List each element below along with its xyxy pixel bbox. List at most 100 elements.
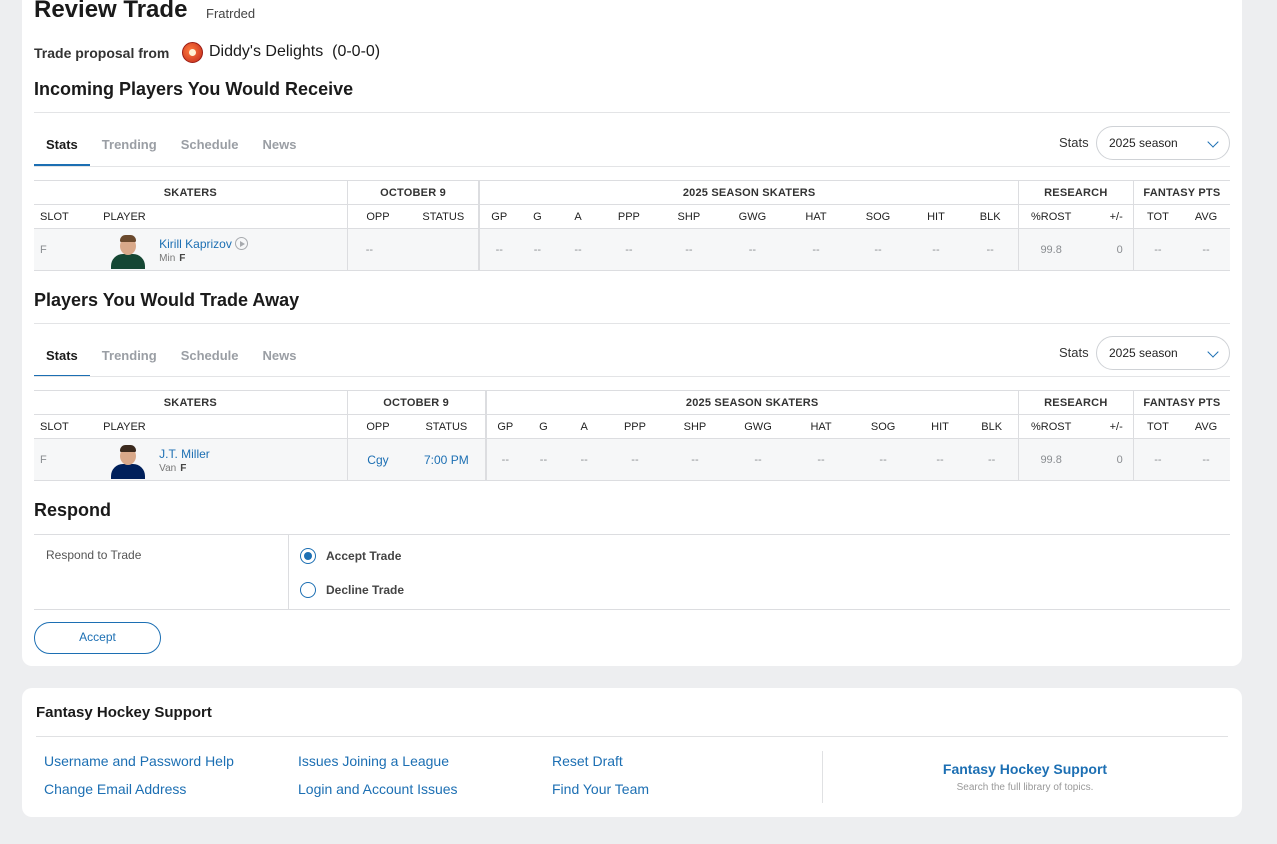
proposing-team[interactable]: Diddy's Delights (0-0-0) (209, 43, 380, 61)
col-slot: SLOT (34, 204, 104, 229)
rost-cell: 99.8 (1017, 438, 1084, 481)
tab-trending[interactable]: Trending (90, 125, 169, 165)
stat-cell: -- (914, 438, 966, 481)
group-skaters: SKATERS (34, 390, 348, 415)
player-headshot (109, 233, 147, 269)
outgoing-heading: Players You Would Trade Away (34, 290, 300, 310)
col-a: A (556, 204, 600, 229)
stat-cell: -- (851, 438, 915, 481)
league-name: Fratrded (206, 6, 256, 21)
col-g: G (518, 204, 557, 229)
stat-cell: -- (658, 228, 720, 271)
group-fantasy: FANTASY PTS (1132, 180, 1230, 205)
slot-cell: F (34, 438, 104, 481)
link-issues-joining[interactable]: Issues Joining a League (298, 753, 449, 769)
player-cell: Kirill Kaprizov Min F (103, 228, 348, 271)
divider (34, 323, 1230, 324)
col-hat: HAT (790, 414, 852, 439)
group-season: 2025 SEASON SKATERS (478, 180, 1019, 205)
col-ppp: PPP (599, 204, 659, 229)
tab-schedule[interactable]: Schedule (169, 125, 251, 165)
chevron-down-icon (1207, 346, 1219, 358)
stat-cell: -- (518, 228, 557, 271)
divider (822, 751, 823, 803)
decline-trade-option[interactable]: Decline Trade (300, 580, 404, 600)
player-name-link[interactable]: J.T. Miller (159, 447, 210, 461)
tab-stats[interactable]: Stats (34, 125, 90, 166)
group-research: RESEARCH (1017, 180, 1134, 205)
divider (288, 535, 289, 609)
opp-link[interactable]: Cgy (346, 438, 409, 481)
group-date: OCTOBER 9 (346, 390, 486, 415)
stat-cell: -- (719, 228, 786, 271)
support-library-link[interactable]: Fantasy Hockey Support (882, 761, 1168, 777)
tab-stats[interactable]: Stats (34, 336, 90, 377)
tab-news[interactable]: News (250, 125, 308, 165)
stat-cell: -- (909, 228, 963, 271)
divider (34, 112, 1230, 113)
stat-cell: -- (790, 438, 852, 481)
col-hit: HIT (914, 414, 966, 439)
col-tot: TOT (1132, 414, 1183, 439)
radio-icon[interactable] (300, 582, 316, 598)
outgoing-tabs: Stats Trending Schedule News (34, 336, 308, 377)
col-plusminus: +/- (1083, 204, 1134, 229)
incoming-heading: Incoming Players You Would Receive (34, 79, 354, 99)
stat-cell: -- (846, 228, 910, 271)
proposal-label: Trade proposal from (34, 45, 170, 61)
player-cell: J.T. Miller Van F (103, 438, 348, 481)
col-avg: AVG (1182, 204, 1230, 229)
season-select[interactable]: 2025 season (1096, 126, 1230, 160)
page-title: Review Trade (34, 0, 188, 23)
plusminus-cell: 0 (1083, 438, 1134, 481)
player-team-pos: Min F (159, 253, 186, 264)
col-blk: BLK (962, 204, 1019, 229)
player-name-link[interactable]: Kirill Kaprizov (159, 237, 248, 251)
link-login-issues[interactable]: Login and Account Issues (298, 781, 458, 797)
stat-cell: -- (478, 228, 519, 271)
col-gp: GP (484, 414, 525, 439)
col-hat: HAT (785, 204, 847, 229)
player-team-pos: Van F (159, 463, 187, 474)
tab-news[interactable]: News (250, 336, 308, 376)
player-headshot (109, 443, 147, 479)
col-opp: OPP (346, 204, 409, 229)
accept-button[interactable]: Accept (34, 622, 161, 654)
group-skaters: SKATERS (34, 180, 348, 205)
col-shp: SHP (658, 204, 720, 229)
incoming-tabs: Stats Trending Schedule News (34, 125, 308, 166)
col-avg: AVG (1182, 414, 1230, 439)
stats-label: Stats (1059, 345, 1089, 360)
accept-trade-option[interactable]: Accept Trade (300, 546, 401, 566)
tot-cell: -- (1132, 228, 1183, 271)
stat-cell: -- (556, 228, 600, 271)
stats-label: Stats (1059, 135, 1089, 150)
table-row: F Kirill Kaprizov Min F -- -- -- -- -- --… (34, 228, 1230, 271)
col-hit: HIT (909, 204, 963, 229)
tab-trending[interactable]: Trending (90, 336, 169, 376)
col-rost: %ROST (1017, 414, 1084, 439)
col-opp: OPP (346, 414, 409, 439)
review-trade-card: Review Trade Fratrded Trade proposal fro… (22, 0, 1242, 666)
respond-heading: Respond (34, 500, 112, 520)
plusminus-cell: 0 (1083, 228, 1134, 271)
tab-schedule[interactable]: Schedule (169, 336, 251, 376)
stat-cell: -- (605, 438, 665, 481)
chevron-down-icon (1207, 136, 1219, 148)
link-username-password[interactable]: Username and Password Help (44, 753, 234, 769)
stat-cell: -- (785, 228, 847, 271)
col-gp: GP (478, 204, 519, 229)
link-change-email[interactable]: Change Email Address (44, 781, 186, 797)
rost-cell: 99.8 (1017, 228, 1084, 271)
link-reset-draft[interactable]: Reset Draft (552, 753, 623, 769)
col-gwg: GWG (725, 414, 791, 439)
season-select[interactable]: 2025 season (1096, 336, 1230, 370)
team-logo-icon (182, 42, 203, 63)
radio-selected-icon[interactable] (300, 548, 316, 564)
col-rost: %ROST (1017, 204, 1084, 229)
status-cell (408, 228, 480, 271)
play-icon[interactable] (234, 237, 248, 250)
col-shp: SHP (664, 414, 726, 439)
link-find-team[interactable]: Find Your Team (552, 781, 649, 797)
status-link[interactable]: 7:00 PM (408, 438, 486, 481)
